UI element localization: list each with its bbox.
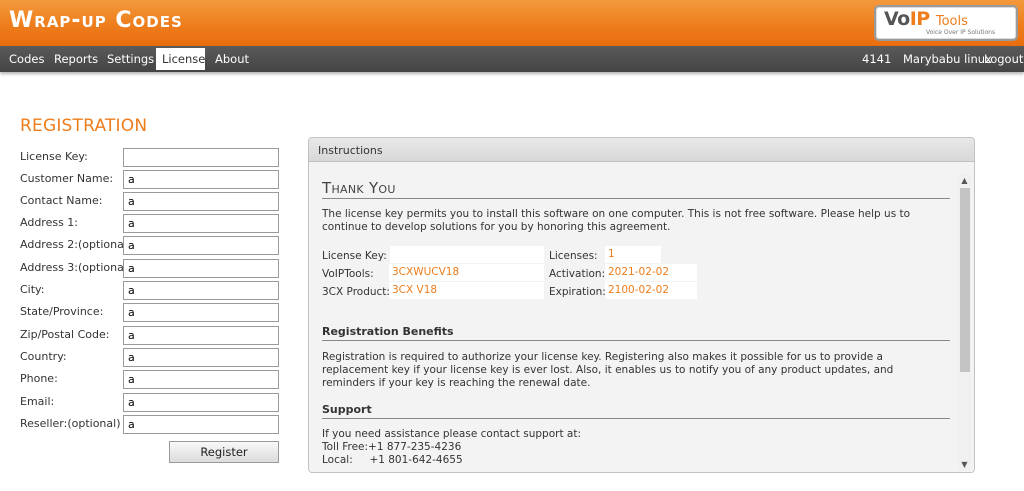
form-row-phone: Phone: a bbox=[20, 370, 280, 389]
license-key-info-value bbox=[390, 246, 544, 263]
address-2-input[interactable]: a bbox=[123, 236, 279, 255]
nav-license[interactable]: License bbox=[156, 48, 205, 70]
form-row-address-1: Address 1: a bbox=[20, 214, 280, 233]
customer-name-label: Customer Name: bbox=[20, 172, 114, 185]
logo-wordmark: VoIP Tools bbox=[884, 8, 968, 30]
zip-label: Zip/Postal Code: bbox=[20, 328, 110, 341]
logout-link[interactable]: Logout bbox=[984, 50, 1023, 68]
form-row-email: Email: a bbox=[20, 393, 280, 412]
activation-label: Activation: bbox=[549, 268, 606, 280]
city-input[interactable]: a bbox=[123, 281, 279, 300]
form-row-reseller: Reseller:(optional) a bbox=[20, 415, 280, 434]
logo-tagline: Voice Over IP Solutions bbox=[926, 29, 996, 36]
form-row-city: City: a bbox=[20, 281, 280, 300]
instructions-scrollbar[interactable]: ▲ ▼ bbox=[958, 174, 971, 471]
state-label: State/Province: bbox=[20, 305, 104, 318]
form-row-address-3: Address 3:(optional) a bbox=[20, 259, 280, 278]
form-row-address-2: Address 2:(optional) a bbox=[20, 236, 280, 255]
country-input[interactable]: a bbox=[123, 348, 279, 367]
license-key-info-label: License Key: bbox=[322, 250, 387, 262]
user-name: Marybabu linux bbox=[903, 52, 992, 66]
instructions-header: Instructions bbox=[309, 138, 974, 162]
benefits-heading: Registration Benefits bbox=[322, 325, 454, 338]
license-key-label: License Key: bbox=[20, 150, 88, 163]
contact-name-label: Contact Name: bbox=[20, 194, 103, 207]
nav-settings[interactable]: Settings bbox=[103, 50, 158, 70]
instructions-panel: Instructions Thank You The license key p… bbox=[308, 137, 975, 473]
address-3-label: Address 3:(optional) bbox=[20, 261, 132, 274]
instructions-content: Thank You The license key permits you to… bbox=[322, 163, 950, 465]
voiptools-logo: VoIP Tools Voice Over IP Solutions bbox=[874, 5, 1018, 41]
reseller-label: Reseller:(optional) bbox=[20, 417, 121, 430]
extension-number: 4141 bbox=[862, 52, 892, 66]
email-input[interactable]: a bbox=[123, 393, 279, 412]
city-label: City: bbox=[20, 283, 45, 296]
nav-codes[interactable]: Codes bbox=[5, 50, 48, 70]
navbar: Codes Reports Settings License About 414… bbox=[0, 46, 1024, 72]
address-3-input[interactable]: a bbox=[123, 259, 279, 278]
form-row-license-key: License Key: bbox=[20, 148, 280, 167]
form-row-customer-name: Customer Name: a bbox=[20, 170, 280, 189]
contact-name-input[interactable]: a bbox=[123, 192, 279, 211]
form-row-zip: Zip/Postal Code: a bbox=[20, 326, 280, 345]
reseller-input[interactable]: a bbox=[123, 415, 279, 434]
divider bbox=[322, 418, 950, 419]
registration-title: REGISTRATION bbox=[20, 116, 148, 136]
voiptools-value: 3CXWUCV18 bbox=[389, 264, 544, 281]
product-label: 3CX Product: bbox=[322, 286, 390, 298]
form-row-contact-name: Contact Name: a bbox=[20, 192, 280, 211]
expiration-label: Expiration: bbox=[549, 286, 606, 298]
licenses-value: 1 bbox=[605, 246, 661, 263]
expiration-value: 2100-02-02 bbox=[605, 282, 697, 299]
email-label: Email: bbox=[20, 395, 55, 408]
voiptools-label: VoIPTools: bbox=[322, 268, 374, 280]
support-local: Local: +1 801-642-4655 bbox=[322, 454, 463, 465]
scroll-up-icon[interactable]: ▲ bbox=[958, 174, 971, 187]
benefits-text: Registration is required to authorize yo… bbox=[322, 351, 894, 389]
form-row-state: State/Province: a bbox=[20, 303, 280, 322]
state-input[interactable]: a bbox=[123, 303, 279, 322]
nav-about[interactable]: About bbox=[211, 50, 253, 70]
scroll-thumb[interactable] bbox=[960, 188, 970, 372]
phone-input[interactable]: a bbox=[123, 370, 279, 389]
country-label: Country: bbox=[20, 350, 67, 363]
product-value: 3CX V18 bbox=[389, 282, 544, 299]
thank-you-heading: Thank You bbox=[322, 179, 396, 197]
support-toll-free: Toll Free:+1 877-235-4236 bbox=[322, 441, 462, 453]
intro-text: The license key permits you to install t… bbox=[322, 208, 911, 233]
address-2-label: Address 2:(optional) bbox=[20, 238, 132, 251]
support-heading: Support bbox=[322, 403, 372, 416]
licenses-label: Licenses: bbox=[549, 250, 598, 262]
app-header: Wrap-up Codes VoIP Tools Voice Over IP S… bbox=[0, 0, 1024, 46]
divider bbox=[322, 340, 950, 341]
form-row-country: Country: a bbox=[20, 348, 280, 367]
scroll-down-icon[interactable]: ▼ bbox=[958, 458, 971, 471]
license-key-input[interactable] bbox=[123, 148, 279, 167]
nav-reports[interactable]: Reports bbox=[50, 50, 102, 70]
support-intro: If you need assistance please contact su… bbox=[322, 428, 581, 440]
phone-label: Phone: bbox=[20, 372, 58, 385]
zip-input[interactable]: a bbox=[123, 326, 279, 345]
address-1-label: Address 1: bbox=[20, 216, 79, 229]
activation-value: 2021-02-02 bbox=[605, 264, 697, 281]
app-title: Wrap-up Codes bbox=[9, 8, 183, 33]
address-1-input[interactable]: a bbox=[123, 214, 279, 233]
instructions-body: Thank You The license key permits you to… bbox=[309, 163, 974, 472]
customer-name-input[interactable]: a bbox=[123, 170, 279, 189]
register-button[interactable]: Register bbox=[169, 441, 279, 463]
divider bbox=[322, 198, 950, 199]
